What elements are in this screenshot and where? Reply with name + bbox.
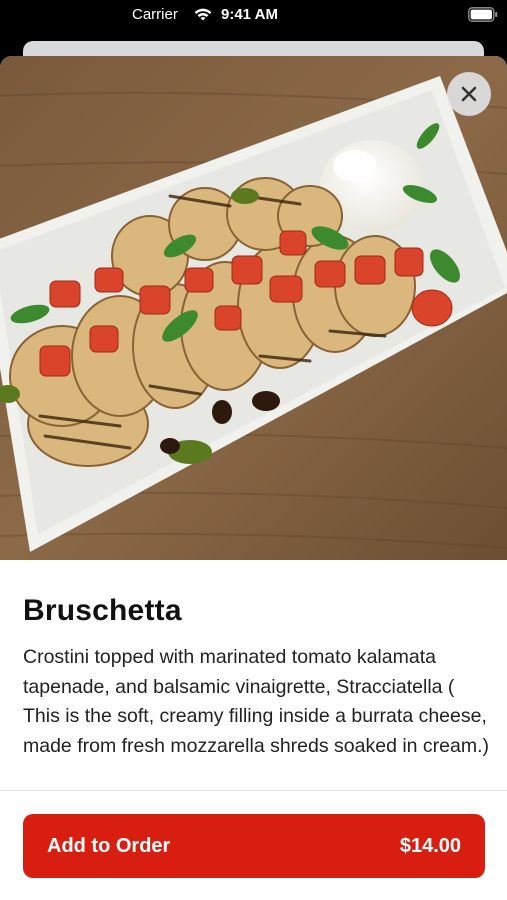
add-to-order-button[interactable]: Add to Order $14.00 bbox=[23, 814, 485, 878]
item-title: Bruschetta bbox=[23, 594, 182, 627]
footer-divider bbox=[0, 790, 507, 791]
carrier-label: Carrier bbox=[132, 6, 178, 23]
battery-icon bbox=[468, 7, 498, 22]
bruschetta-photo bbox=[0, 56, 507, 560]
item-price: $14.00 bbox=[399, 834, 461, 857]
close-icon bbox=[461, 86, 477, 102]
item-detail-sheet: Bruschetta Crostini topped with marinate… bbox=[0, 56, 507, 900]
item-description: Crostini topped with marinated tomato ka… bbox=[23, 646, 490, 757]
wifi-icon bbox=[194, 8, 212, 21]
close-button[interactable] bbox=[447, 72, 491, 116]
screen: Carrier 9:41 AM Bruschetta Crostini topp… bbox=[0, 0, 507, 900]
hero-image bbox=[0, 56, 507, 560]
status-bar: Carrier 9:41 AM bbox=[0, 0, 507, 32]
add-to-order-label: Add to Order bbox=[47, 834, 171, 857]
status-time: 9:41 AM bbox=[221, 6, 278, 23]
